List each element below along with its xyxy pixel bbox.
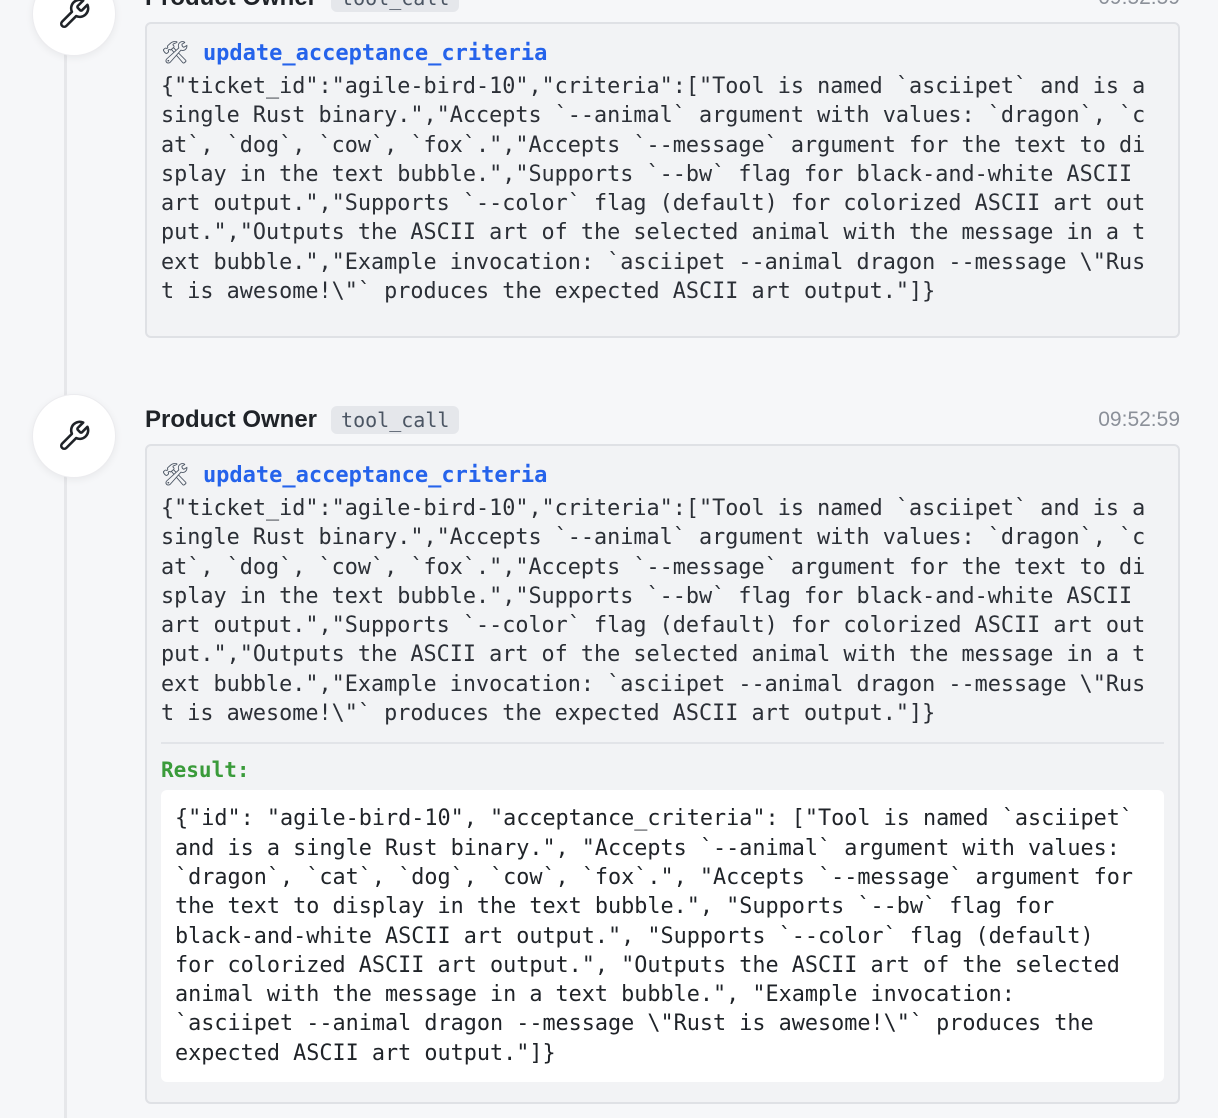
- args-line: put.","Outputs the ASCII art of the sele…: [161, 220, 1146, 246]
- tool-name: update_acceptance_criteria: [202, 40, 548, 66]
- tool-arguments: {"ticket_id":"agile-bird-10","criteria":…: [161, 72, 1164, 306]
- result-line: {"id": "agile-bird-10", "acceptance_crit…: [175, 806, 1133, 832]
- args-line: at`, `dog`, `cow`, `fox`.","Accepts `--m…: [161, 554, 1146, 580]
- tool-arguments: {"ticket_id":"agile-bird-10","criteria":…: [161, 494, 1164, 728]
- args-line: t is awesome!\"` produces the expected A…: [161, 701, 936, 727]
- args-line: t is awesome!\"` produces the expected A…: [161, 279, 936, 305]
- event-type-badge: tool_call: [331, 406, 460, 434]
- timestamp: 09:52:59: [1098, 0, 1180, 10]
- args-line: put.","Outputs the ASCII art of the sele…: [161, 642, 1146, 668]
- args-line: art output.","Supports `--color` flag (d…: [161, 613, 1146, 639]
- args-line: at`, `dog`, `cow`, `fox`.","Accepts `--m…: [161, 132, 1146, 158]
- hammer-and-wrench-icon: 🛠: [161, 40, 189, 65]
- wrench-icon: [60, 0, 90, 28]
- result-line: the text to display in the text bubble."…: [175, 894, 1055, 920]
- author-name: Product Owner: [145, 406, 318, 433]
- result-line: black-and-white ASCII art output.", "Sup…: [175, 923, 1094, 949]
- tool-name: update_acceptance_criteria: [202, 462, 548, 488]
- result-line: animal with the message in a text bubble…: [175, 982, 1015, 1008]
- result-line: `asciipet --animal dragon --message \"Ru…: [175, 1011, 1094, 1037]
- event-type-badge: tool_call: [331, 0, 460, 12]
- args-line: splay in the text bubble.","Supports `--…: [161, 161, 1133, 187]
- args-line: {"ticket_id":"agile-bird-10","criteria":…: [161, 74, 1146, 99]
- hammer-and-wrench-icon: 🛠: [161, 462, 189, 487]
- result-text: {"id": "agile-bird-10", "acceptance_crit…: [175, 804, 1150, 1068]
- wrench-icon: [60, 420, 90, 450]
- args-line: {"ticket_id":"agile-bird-10","criteria":…: [161, 496, 1146, 521]
- event-timeline: Product Owner tool_call 09:52:59 🛠 updat…: [0, 0, 1218, 1118]
- timestamp: 09:52:59: [1098, 408, 1180, 431]
- tool-avatar: [32, 0, 116, 56]
- args-line: ext bubble.","Example invocation: `ascii…: [161, 249, 1146, 275]
- args-line: single Rust binary.","Accepts `--animal`…: [161, 525, 1146, 551]
- tool-call-title: 🛠 update_acceptance_criteria: [161, 460, 1164, 490]
- author-name: Product Owner: [145, 0, 317, 12]
- entry-header: Product Owner tool_call 09:52:59: [145, 405, 1180, 435]
- entry-header: Product Owner tool_call 09:52:59: [145, 0, 1180, 13]
- tool-avatar: [32, 394, 116, 478]
- timeline-rail: [64, 0, 67, 1118]
- result-line: expected ASCII art output."]}: [175, 1040, 556, 1066]
- result-output: {"id": "agile-bird-10", "acceptance_crit…: [161, 790, 1164, 1083]
- tool-call-card: 🛠 update_acceptance_criteria {"ticket_id…: [145, 22, 1180, 338]
- result-line: `dragon`, `cat`, `dog`, `cow`, `fox`.", …: [175, 864, 1133, 890]
- args-line: ext bubble.","Example invocation: `ascii…: [161, 671, 1146, 697]
- args-line: splay in the text bubble.","Supports `--…: [161, 583, 1133, 609]
- tool-call-title: 🛠 update_acceptance_criteria: [161, 38, 1164, 68]
- result-line: for colorized ASCII art output.", "Outpu…: [175, 952, 1120, 978]
- result-line: and is a single Rust binary.", "Accepts …: [175, 835, 1120, 861]
- args-line: single Rust binary.","Accepts `--animal`…: [161, 103, 1146, 129]
- args-line: art output.","Supports `--color` flag (d…: [161, 191, 1146, 217]
- result-label: Result:: [161, 758, 250, 783]
- tool-call-card: 🛠 update_acceptance_criteria {"ticket_id…: [145, 444, 1180, 1104]
- result-divider: [161, 742, 1164, 745]
